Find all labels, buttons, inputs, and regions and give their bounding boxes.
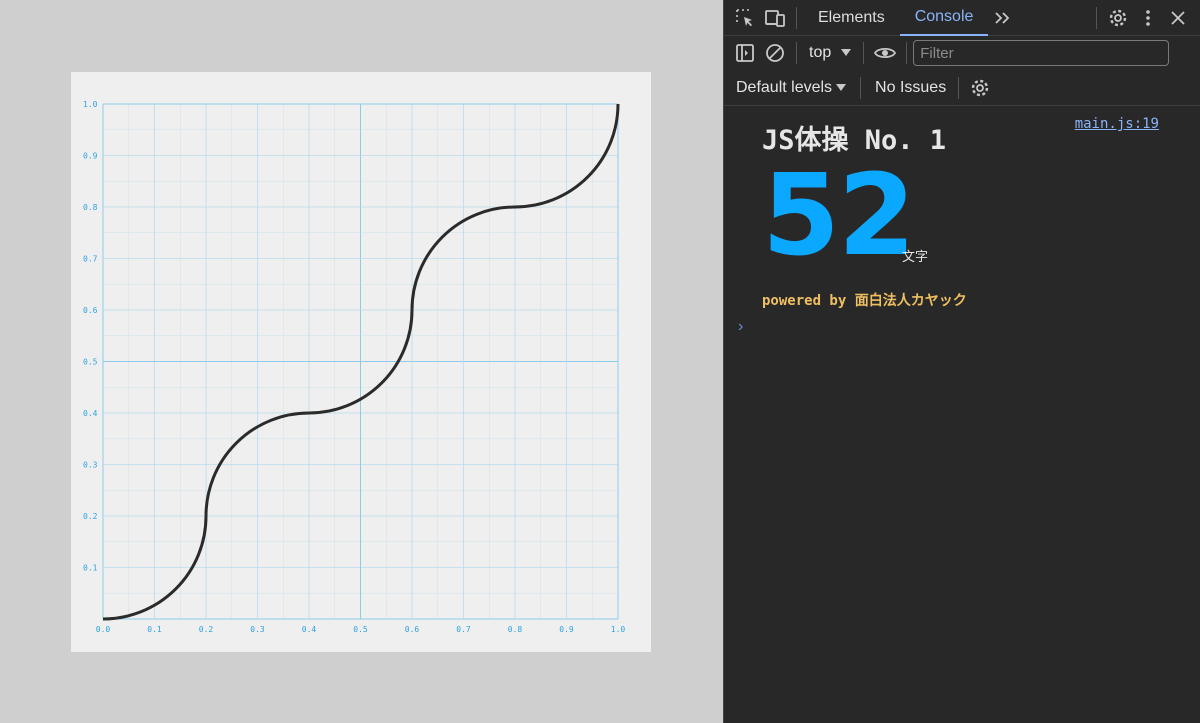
dropdown-triangle-icon	[841, 49, 852, 56]
log-powered-by: powered by 面白法人カヤック	[762, 293, 967, 309]
log-number: 52	[762, 151, 916, 281]
log-levels-label: Default levels	[736, 78, 833, 96]
y-tick-label: 0.1	[83, 564, 98, 573]
y-tick-label: 0.4	[83, 409, 98, 418]
page-viewport: 0.0 0.1 0.2 0.3 0.4 0.5 0.6 0.7 0.8 0.9 1.0 0.1 0.2 0…	[0, 0, 723, 723]
x-tick-label: 0.8	[508, 625, 523, 634]
tab-console[interactable]: Console	[899, 0, 989, 36]
toolbar-divider	[796, 42, 797, 64]
toolbar-divider	[796, 6, 797, 29]
console-settings-gear-icon[interactable]	[965, 73, 995, 103]
y-tick-label: 0.2	[83, 512, 98, 521]
filter-input[interactable]	[913, 40, 1170, 66]
y-tick-label: 0.3	[83, 461, 98, 470]
log-levels-dropdown[interactable]: Default levels	[724, 78, 847, 97]
device-toolbar-icon[interactable]	[760, 3, 790, 33]
toolbar-divider	[863, 42, 865, 64]
kebab-menu-icon[interactable]	[1133, 3, 1163, 33]
x-tick-label: 0.2	[199, 625, 214, 634]
inspect-element-icon[interactable]	[730, 3, 760, 33]
x-tick-label: 1.0	[611, 625, 626, 634]
levels-toolbar: Default levels No Issues	[724, 70, 1200, 106]
y-tick-label: 1.0	[83, 100, 98, 109]
toolbar-divider	[860, 76, 862, 99]
toolbar-divider	[1096, 6, 1097, 29]
toolbar-divider	[906, 42, 908, 64]
toolbar-divider	[958, 76, 960, 99]
tab-elements[interactable]: Elements	[803, 0, 900, 36]
y-tick-label: 0.6	[83, 306, 98, 315]
devtools-panel: Elements Console top Filter Default leve…	[723, 0, 1200, 723]
console-prompt-chevron-icon[interactable]: ›	[738, 318, 743, 336]
issues-counter[interactable]: No Issues	[869, 79, 952, 97]
x-tick-label: 0.6	[405, 625, 420, 634]
x-tick-label: 0.0	[96, 625, 111, 634]
settings-gear-icon[interactable]	[1103, 3, 1133, 33]
devtools-tabbar: Elements Console	[724, 0, 1200, 36]
y-tick-label: 0.7	[83, 255, 98, 264]
y-tick-label: 0.8	[83, 203, 98, 212]
clear-console-icon[interactable]	[760, 38, 790, 68]
console-toolbar: top	[724, 36, 1200, 70]
source-link[interactable]: main.js:19	[1075, 116, 1159, 132]
live-expression-eye-icon[interactable]	[870, 38, 900, 68]
x-tick-label: 0.1	[147, 625, 162, 634]
plot-canvas: 0.0 0.1 0.2 0.3 0.4 0.5 0.6 0.7 0.8 0.9 1.0 0.1 0.2 0…	[83, 100, 625, 634]
x-tick-label: 0.3	[250, 625, 265, 634]
plot-card: 0.0 0.1 0.2 0.3 0.4 0.5 0.6 0.7 0.8 0.9 1.0 0.1 0.2 0…	[71, 72, 651, 652]
x-tick-label: 0.7	[456, 625, 471, 634]
context-selector-label: top	[809, 44, 832, 61]
log-unit: 文字	[902, 249, 929, 264]
more-tabs-chevron-icon[interactable]	[988, 3, 1018, 33]
context-selector[interactable]: top	[803, 44, 857, 62]
y-tick-label: 0.5	[83, 358, 98, 367]
x-tick-label: 0.5	[353, 625, 368, 634]
sidebar-toggle-icon[interactable]	[730, 38, 760, 68]
dropdown-triangle-icon	[836, 83, 847, 91]
x-tick-label: 0.9	[559, 625, 574, 634]
tick-labels: 0.0 0.1 0.2 0.3 0.4 0.5 0.6 0.7 0.8 0.9 1.0 0.1 0.2 0…	[83, 100, 625, 634]
y-tick-label: 0.9	[83, 152, 98, 161]
x-tick-label: 0.4	[302, 625, 317, 634]
close-icon[interactable]	[1163, 3, 1193, 33]
console-output: JS体操 No. 1 main.js:19 52 文字 powered by 面…	[724, 106, 1200, 723]
grid-layer	[102, 103, 619, 620]
